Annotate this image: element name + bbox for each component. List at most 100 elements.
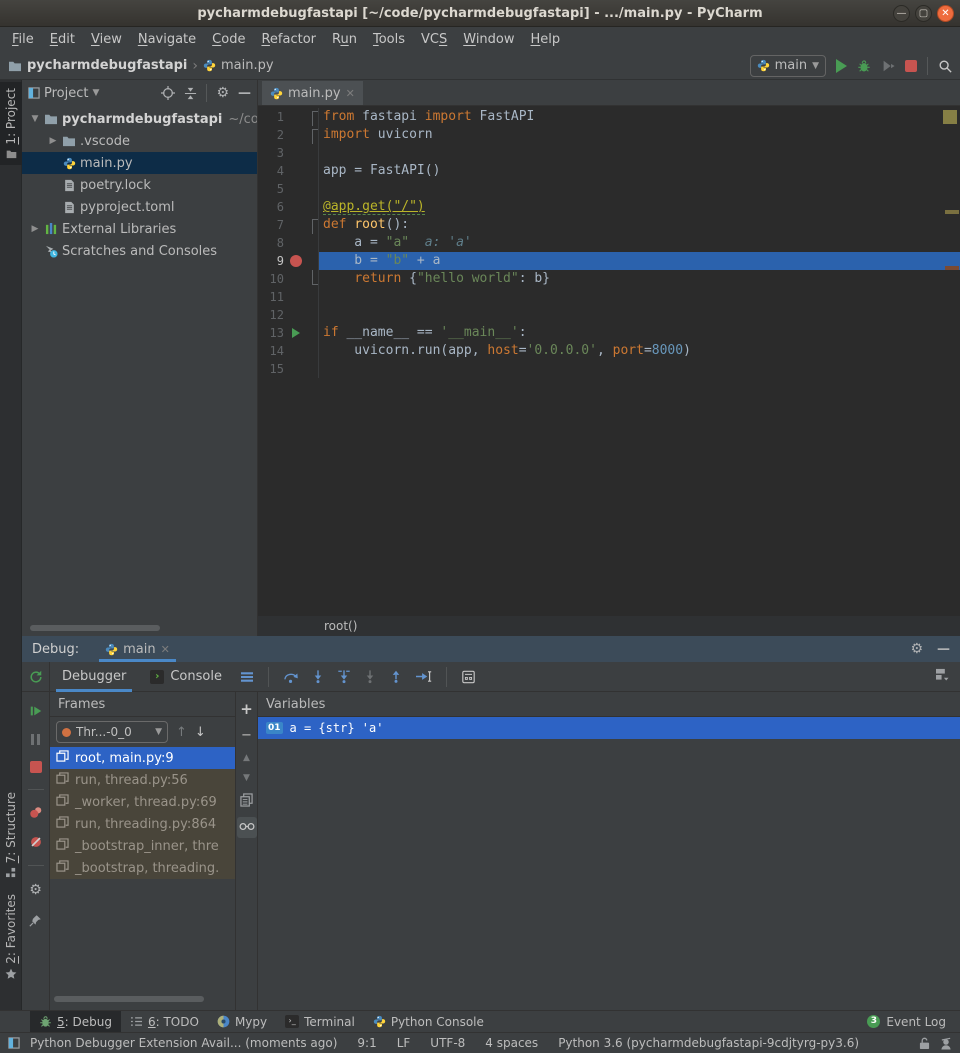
- chevron-down-icon[interactable]: ▼: [92, 88, 99, 98]
- breakpoint-icon[interactable]: [290, 255, 302, 267]
- step-out-icon[interactable]: [383, 669, 409, 684]
- menu-vcs[interactable]: VCS: [413, 32, 455, 47]
- tree-item-scratches-and-consoles[interactable]: Scratches and Consoles: [22, 240, 257, 262]
- toolwindow-tab-6-todo[interactable]: 6: TODO: [121, 1011, 208, 1033]
- sidebar-item-structure[interactable]: 7: Structure: [0, 792, 22, 878]
- remove-watch-icon[interactable]: −: [241, 728, 252, 743]
- tab-main-py[interactable]: main.py ✕: [262, 81, 363, 105]
- variable-row[interactable]: 01a = {str} 'a': [258, 717, 960, 739]
- horizontal-scrollbar[interactable]: [30, 625, 160, 631]
- code-line-11[interactable]: 11: [258, 288, 960, 306]
- thread-select[interactable]: Thr...-0_0 ▼: [56, 721, 168, 743]
- move-up-icon[interactable]: ▲: [243, 753, 250, 763]
- frame-row[interactable]: run, thread.py:56: [50, 769, 235, 791]
- hide-panel-icon[interactable]: —: [238, 86, 251, 101]
- rerun-icon[interactable]: [29, 670, 43, 684]
- code-line-7[interactable]: 7def root():: [258, 216, 960, 234]
- minimize-icon[interactable]: —: [893, 5, 910, 22]
- menu-file[interactable]: File: [4, 32, 42, 47]
- frame-row[interactable]: _worker, thread.py:69: [50, 791, 235, 813]
- next-frame-icon[interactable]: ↓: [195, 725, 206, 740]
- previous-frame-icon[interactable]: ↑: [176, 725, 187, 740]
- run-to-cursor-icon[interactable]: [409, 669, 438, 684]
- gutter[interactable]: [284, 328, 308, 338]
- menu-navigate[interactable]: Navigate: [130, 32, 204, 47]
- tree-item-main-py[interactable]: main.py: [22, 152, 257, 174]
- tree-item-pyproject-toml[interactable]: pyproject.toml: [22, 196, 257, 218]
- menu-help[interactable]: Help: [523, 32, 569, 47]
- evaluate-expression-icon[interactable]: [455, 670, 482, 684]
- search-everywhere-icon[interactable]: [938, 59, 952, 73]
- force-step-into-icon[interactable]: [331, 669, 357, 684]
- code-line-15[interactable]: 15: [258, 360, 960, 378]
- code-line-13[interactable]: 13if __name__ == '__main__':: [258, 324, 960, 342]
- status-message[interactable]: Python Debugger Extension Avail... (mome…: [20, 1036, 347, 1050]
- stop-icon[interactable]: [30, 761, 42, 773]
- tab-console[interactable]: › Console: [138, 662, 234, 692]
- restore-layout-icon[interactable]: [935, 668, 950, 681]
- toolwindow-tab-terminal[interactable]: ›_Terminal: [276, 1011, 364, 1033]
- expand-arrow-icon[interactable]: ▼: [28, 114, 42, 124]
- expand-arrow-icon[interactable]: ▶: [46, 136, 60, 146]
- event-log-button[interactable]: Event Log: [886, 1015, 946, 1029]
- toolwindow-tab-5-debug[interactable]: 5: Debug: [30, 1011, 121, 1033]
- maximize-icon[interactable]: ▢: [915, 5, 932, 22]
- lock-icon[interactable]: [919, 1037, 930, 1050]
- fold-marker[interactable]: [308, 126, 318, 144]
- indent-style[interactable]: 4 spaces: [475, 1036, 548, 1050]
- inspection-profile-icon[interactable]: [940, 1037, 952, 1050]
- caret-position[interactable]: 9:1: [347, 1036, 386, 1050]
- hide-panel-icon[interactable]: —: [937, 642, 950, 657]
- coverage-button[interactable]: [881, 59, 895, 73]
- menu-code[interactable]: Code: [204, 32, 253, 47]
- debug-session-tab[interactable]: main ✕: [99, 636, 176, 662]
- gutter[interactable]: [284, 255, 308, 267]
- toolwindow-tab-mypy[interactable]: Mypy: [208, 1011, 276, 1033]
- fold-marker[interactable]: [308, 108, 318, 126]
- project-view-title[interactable]: Project: [44, 86, 88, 101]
- step-over-icon[interactable]: [277, 669, 305, 684]
- scope-breadcrumb[interactable]: root(): [324, 619, 357, 633]
- layout-options-icon[interactable]: [234, 671, 260, 683]
- run-gutter-icon[interactable]: [292, 328, 300, 338]
- gear-icon[interactable]: ⚙: [910, 641, 923, 657]
- sidebar-item-project[interactable]: 1: Project: [0, 82, 22, 165]
- close-icon[interactable]: ✕: [937, 5, 954, 22]
- code-line-4[interactable]: 4app = FastAPI(): [258, 162, 960, 180]
- code-line-2[interactable]: 2import uvicorn: [258, 126, 960, 144]
- interpreter[interactable]: Python 3.6 (pycharmdebugfastapi-9cdjtyrg…: [548, 1036, 869, 1050]
- duplicate-watch-icon[interactable]: [240, 793, 253, 807]
- menu-tools[interactable]: Tools: [365, 32, 413, 47]
- toolwindow-tab-python-console[interactable]: Python Console: [364, 1011, 493, 1033]
- debug-button[interactable]: [857, 59, 871, 73]
- code-line-1[interactable]: 1from fastapi import FastAPI: [258, 108, 960, 126]
- run-button[interactable]: [836, 59, 847, 73]
- code-line-10[interactable]: 10 return {"hello world": b}: [258, 270, 960, 288]
- code-area[interactable]: 1from fastapi import FastAPI2import uvic…: [258, 108, 960, 378]
- pin-icon[interactable]: [29, 914, 42, 927]
- code-line-12[interactable]: 12: [258, 306, 960, 324]
- file-encoding[interactable]: UTF-8: [420, 1036, 475, 1050]
- menu-refactor[interactable]: Refactor: [253, 32, 324, 47]
- horizontal-scrollbar[interactable]: [54, 996, 204, 1002]
- tree-item-external-libraries[interactable]: ▶External Libraries: [22, 218, 257, 240]
- tree-item-pycharmdebugfastapi[interactable]: ▼pycharmdebugfastapi~/code/pycharmdebugf…: [22, 108, 257, 130]
- show-watches-icon[interactable]: [237, 817, 257, 838]
- debug-settings-icon[interactable]: ⚙: [29, 882, 42, 898]
- run-configuration-select[interactable]: main ▼: [750, 55, 826, 77]
- code-line-8[interactable]: 8 a = "a" a: 'a': [258, 234, 960, 252]
- line-separator[interactable]: LF: [387, 1036, 421, 1050]
- warning-stripe-mark[interactable]: [945, 210, 959, 214]
- sidebar-item-favorites[interactable]: 2: Favorites: [0, 894, 22, 980]
- frame-row[interactable]: root, main.py:9: [50, 747, 235, 769]
- gear-icon[interactable]: ⚙: [216, 85, 229, 101]
- toolwindow-toggle-icon[interactable]: [8, 1037, 20, 1049]
- breadcrumb-file[interactable]: main.py: [221, 58, 274, 73]
- close-tab-icon[interactable]: ✕: [346, 87, 355, 100]
- locate-file-icon[interactable]: [161, 86, 175, 100]
- collapse-all-icon[interactable]: [184, 87, 197, 100]
- code-line-6[interactable]: 6@app.get("/"): [258, 198, 960, 216]
- frame-row[interactable]: _bootstrap_inner, thre: [50, 835, 235, 857]
- tab-debugger[interactable]: Debugger: [50, 662, 138, 692]
- code-line-5[interactable]: 5: [258, 180, 960, 198]
